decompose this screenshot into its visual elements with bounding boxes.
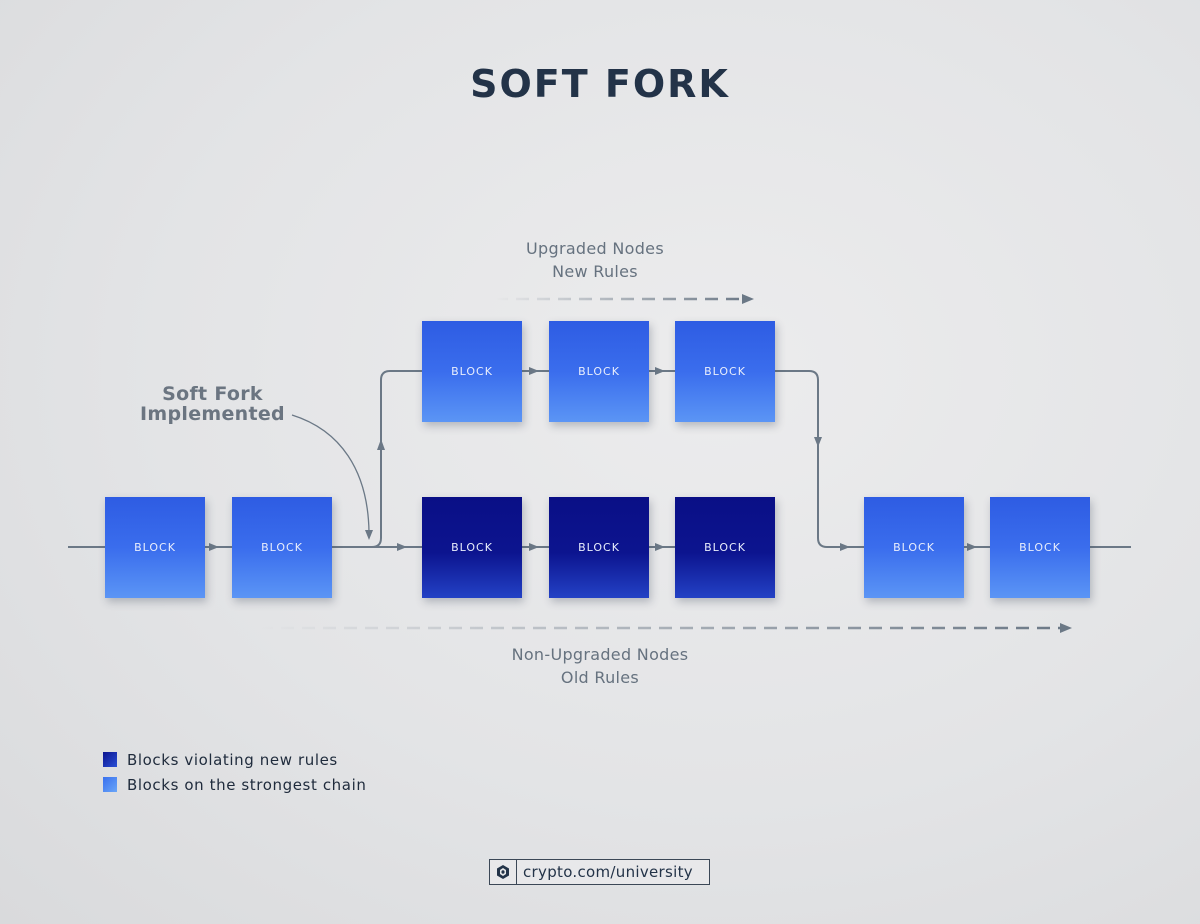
arrowhead-icon [655,543,665,551]
legend-swatch-strongest [103,777,117,792]
arrowhead-icon [529,367,539,375]
block-old-rules-2: BLOCK [549,497,649,598]
legend-label-strongest: Blocks on the strongest chain [127,775,367,794]
arrowhead-icon [397,543,407,551]
footer-badge[interactable]: crypto.com/university [489,859,710,885]
arrowhead-icon [655,367,665,375]
arrowhead-icon [529,543,539,551]
arrowhead-icon [209,543,219,551]
legend: Blocks violating new rules Blocks on the… [103,747,366,797]
line-merge [775,370,864,548]
legend-item-strongest: Blocks on the strongest chain [103,772,366,797]
legend-swatch-violating [103,752,117,767]
footer-link-text[interactable]: crypto.com/university [517,860,709,884]
arrowhead-icon [377,439,385,450]
upgraded-direction-arrow-icon [742,294,754,304]
line-to-fork [332,370,422,548]
block-old-rules-1: BLOCK [422,497,522,598]
block-main-1: BLOCK [105,497,205,598]
block-upgraded-2: BLOCK [549,321,649,422]
block-after-merge-1: BLOCK [864,497,964,598]
block-upgraded-1: BLOCK [422,321,522,422]
block-after-merge-2: BLOCK [990,497,1090,598]
arrowhead-icon [365,530,373,540]
arrowhead-icon [967,543,977,551]
crypto-com-logo-icon [490,860,517,884]
non-upgraded-direction-arrow-icon [1060,623,1072,633]
arrowhead-icon [840,543,850,551]
arrowhead-icon [814,437,822,447]
block-upgraded-3: BLOCK [675,321,775,422]
block-main-2: BLOCK [232,497,332,598]
legend-label-violating: Blocks violating new rules [127,750,338,769]
block-old-rules-3: BLOCK [675,497,775,598]
legend-item-violating: Blocks violating new rules [103,747,366,772]
